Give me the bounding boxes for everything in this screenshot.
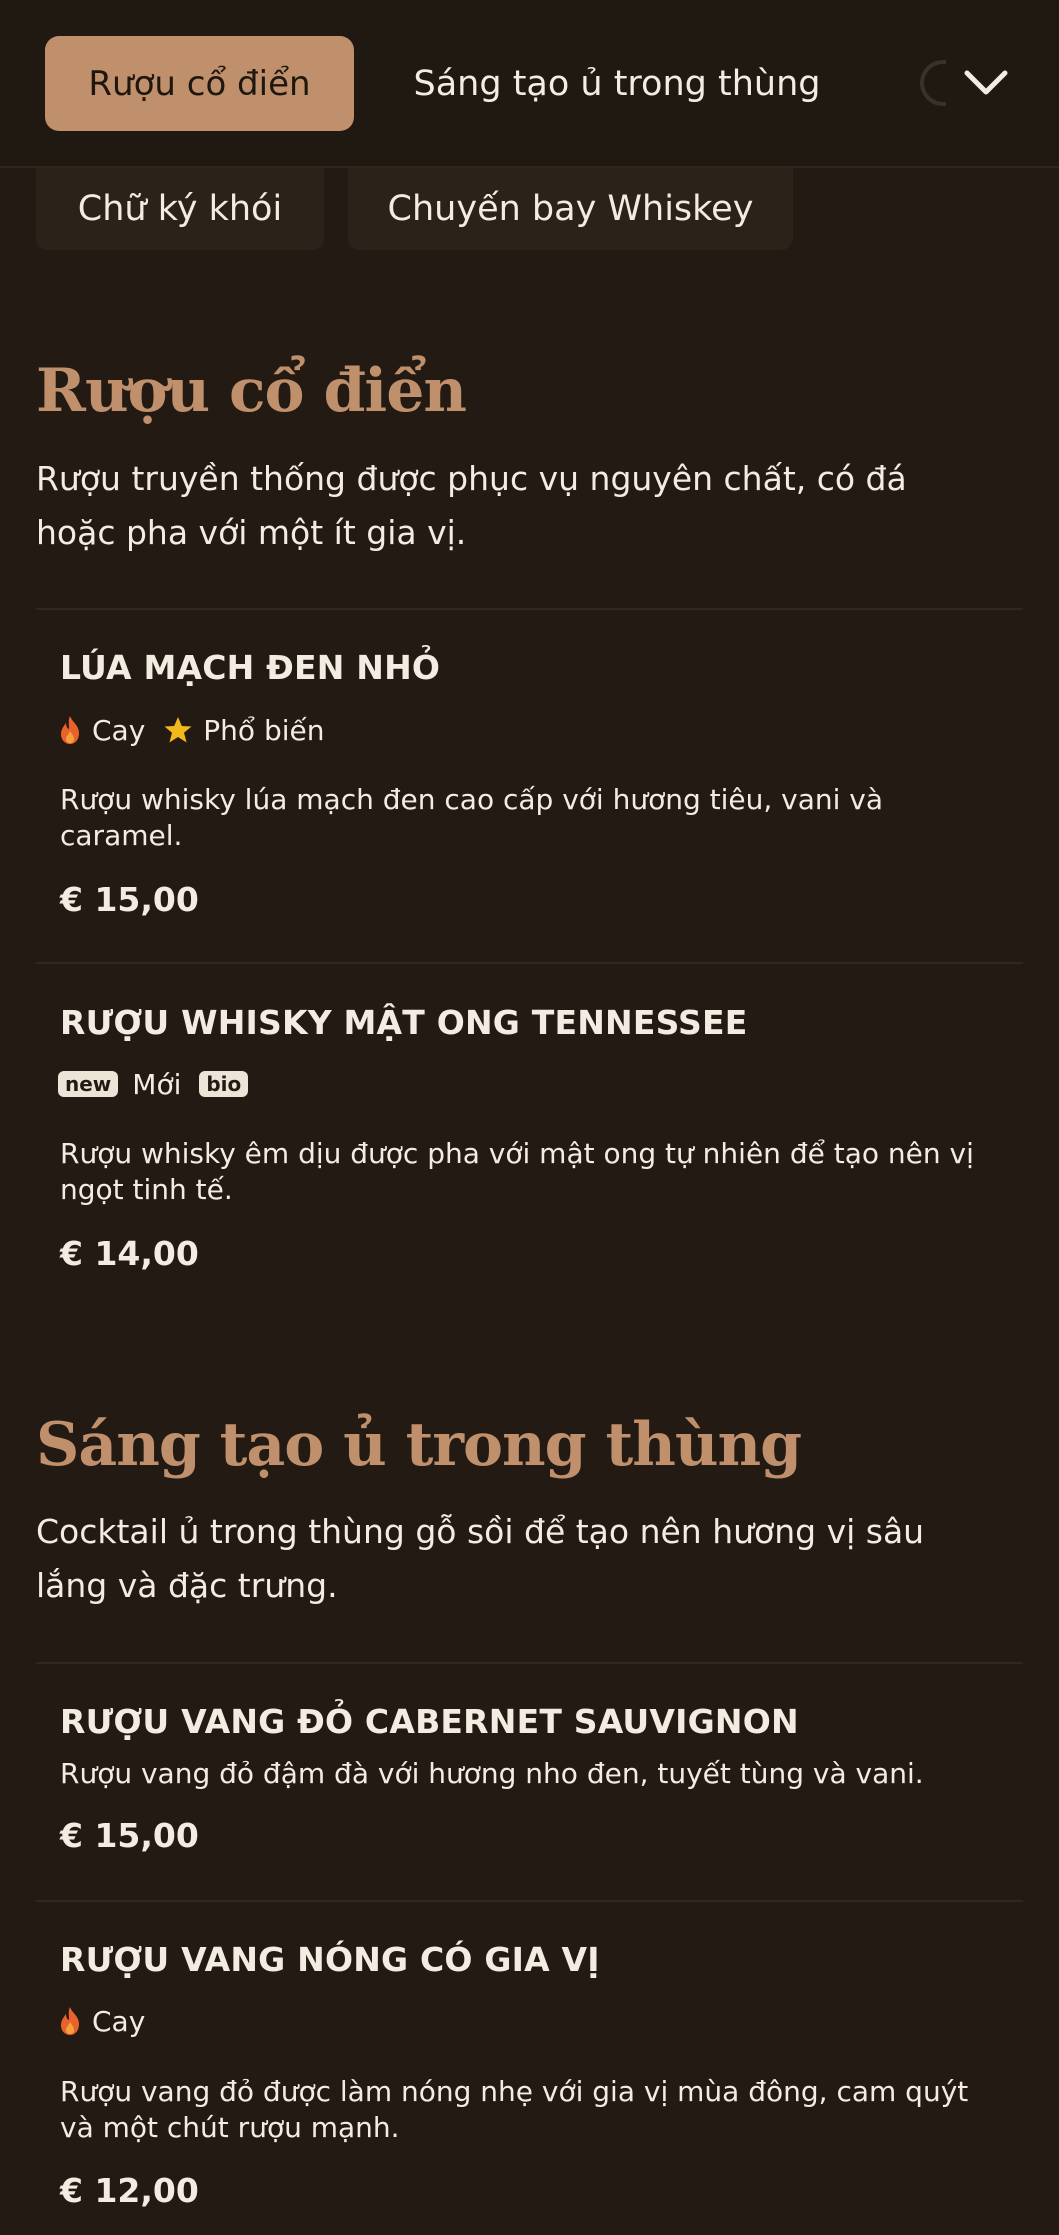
tag-spicy: Cay xyxy=(58,714,145,747)
item-tags: new Mới bio xyxy=(58,1064,262,1104)
item-tags: Cay xyxy=(58,2001,163,2041)
section-title: Sáng tạo ủ trong thùng xyxy=(36,1410,802,1480)
divider xyxy=(36,608,1023,610)
item-price: € 12,00 xyxy=(60,2171,199,2210)
tag-label: Phổ biến xyxy=(203,713,325,747)
divider xyxy=(36,1662,1023,1664)
section-description: Rượu truyền thống được phục vụ nguyên ch… xyxy=(36,459,907,552)
item-name: LÚA MẠCH ĐEN NHỎ xyxy=(60,648,441,687)
flame-icon xyxy=(61,716,79,744)
divider xyxy=(36,962,1023,964)
item-description: Rượu vang đỏ đậm đà với hương nho đen, t… xyxy=(60,1757,924,1790)
tag-spicy: Cay xyxy=(58,2005,145,2038)
category-tab-partial[interactable] xyxy=(920,60,946,106)
divider xyxy=(36,1900,1023,1902)
new-badge: new xyxy=(58,1071,119,1097)
category-tab[interactable]: Sáng tạo ủ trong thùng xyxy=(392,36,842,131)
category-chip[interactable]: Chữ ký khói xyxy=(36,168,324,250)
item-price: € 15,00 xyxy=(60,880,199,919)
item-description: Rượu vang đỏ được làm nóng nhẹ với gia v… xyxy=(60,2075,969,2144)
item-description: Rượu whisky êm dịu được pha với mật ong … xyxy=(60,1137,974,1206)
chevron-down-icon[interactable] xyxy=(960,50,1012,116)
star-icon xyxy=(164,717,192,743)
item-name: RƯỢU VANG NÓNG CÓ GIA VỊ xyxy=(60,1940,600,1979)
category-tab-active[interactable]: Rượu cổ điển xyxy=(45,36,354,131)
section-title: Rượu cổ điển xyxy=(36,356,467,426)
category-nav: Rượu cổ điển Sáng tạo ủ trong thùng xyxy=(0,0,1059,168)
item-tags: Cay Phổ biến xyxy=(58,710,342,750)
item-description: Rượu whisky lúa mạch đen cao cấp với hươ… xyxy=(60,783,884,852)
tag-new: Mới xyxy=(132,1067,182,1101)
item-price: € 15,00 xyxy=(60,1816,199,1855)
flame-icon xyxy=(61,2007,79,2035)
category-chip[interactable]: Chuyến bay Whiskey xyxy=(348,168,793,250)
item-name: RƯỢU VANG ĐỎ CABERNET SAUVIGNON xyxy=(60,1702,799,1741)
section-description: Cocktail ủ trong thùng gỗ sồi để tạo nên… xyxy=(36,1512,925,1605)
bio-badge: bio xyxy=(199,1071,249,1097)
tag-label: Cay xyxy=(92,2004,146,2038)
tag-label: Cay xyxy=(92,713,146,747)
item-price: € 14,00 xyxy=(60,1234,199,1273)
tag-popular: Phổ biến xyxy=(163,714,324,747)
item-name: RƯỢU WHISKY MẬT ONG TENNESSEE xyxy=(60,1003,748,1042)
